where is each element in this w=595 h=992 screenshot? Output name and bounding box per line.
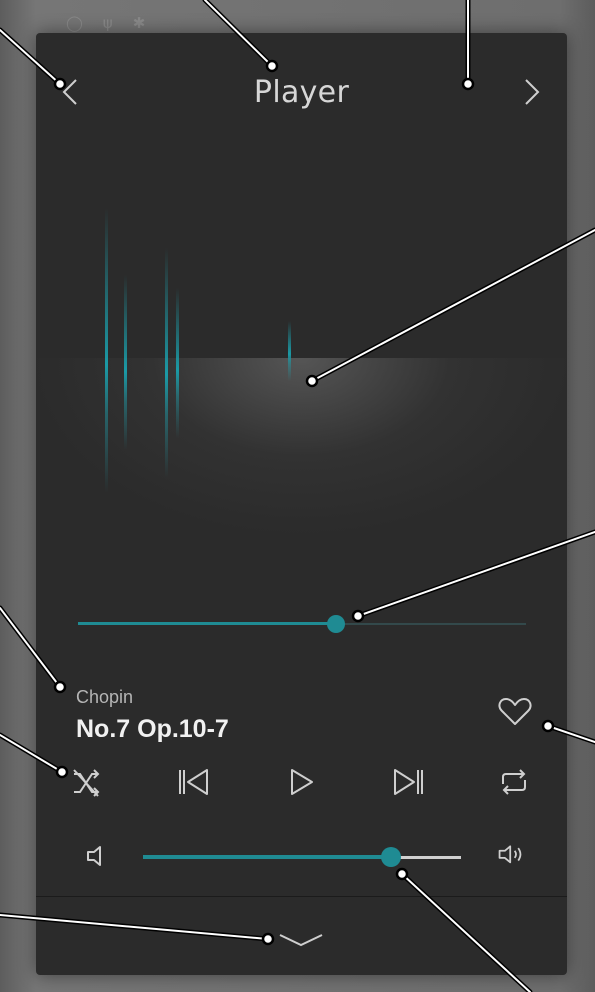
volume-high-icon <box>498 845 522 864</box>
visualizer-bar <box>288 321 291 381</box>
shuffle-icon <box>73 769 100 797</box>
volume-down-button[interactable] <box>82 841 114 871</box>
favorite-button[interactable] <box>496 695 534 729</box>
repeat-icon <box>502 769 526 795</box>
previous-track-button[interactable] <box>174 762 214 802</box>
seek-slider[interactable] <box>78 615 526 633</box>
next-track-button[interactable] <box>388 762 428 802</box>
next-page-button[interactable] <box>514 75 548 109</box>
visualizer-bar <box>124 275 127 450</box>
usb-icon: ψ <box>102 14 113 32</box>
seek-handle[interactable] <box>327 615 346 633</box>
repeat-button[interactable] <box>494 762 534 802</box>
volume-up-button[interactable] <box>496 841 528 871</box>
skip-previous-icon <box>179 769 208 795</box>
chevron-right-icon <box>525 79 540 105</box>
playback-controls <box>36 762 567 802</box>
visualizer-bar <box>176 288 179 438</box>
audio-visualizer <box>36 193 567 533</box>
status-bar: ◯ ψ ✱ <box>66 14 145 32</box>
volume-handle[interactable] <box>381 847 402 867</box>
seek-progress <box>78 622 337 625</box>
play-icon <box>291 769 313 795</box>
visualizer-floor <box>36 358 567 533</box>
track-title: No.7 Op.10-7 <box>76 715 229 743</box>
player-panel: Player Chopin No.7 Op.10-7 <box>36 33 567 975</box>
skip-next-icon <box>394 769 423 795</box>
visualizer-bar <box>165 248 168 478</box>
volume-control <box>36 841 567 871</box>
volume-low-icon <box>87 846 101 866</box>
collapse-player-button[interactable] <box>276 929 326 953</box>
divider <box>36 896 567 897</box>
page-title: Player <box>253 75 350 110</box>
shuffle-button[interactable] <box>66 762 106 802</box>
bluetooth-icon: ✱ <box>132 14 146 32</box>
artist-name: Chopin <box>76 687 134 707</box>
play-button[interactable] <box>282 762 322 802</box>
chevron-down-icon <box>279 934 323 947</box>
visualizer-bar <box>105 208 108 493</box>
volume-level <box>143 855 392 859</box>
headphones-icon: ◯ <box>66 14 83 32</box>
heart-icon <box>498 698 532 725</box>
